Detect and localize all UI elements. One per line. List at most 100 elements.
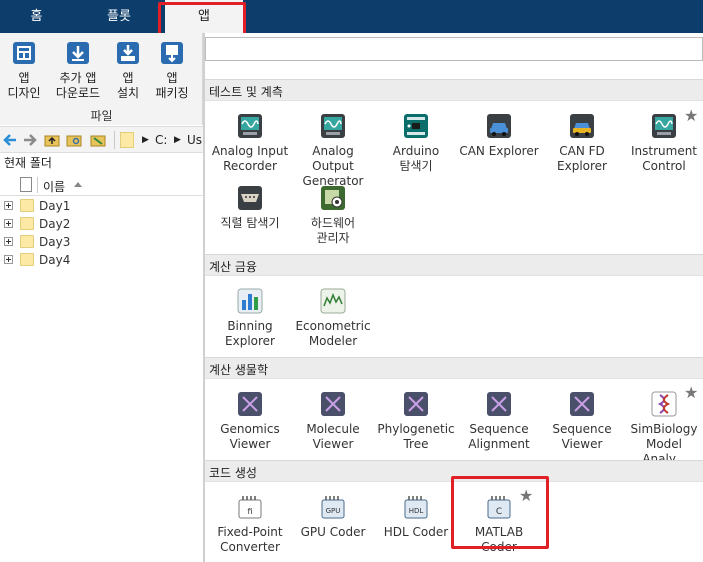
category-header-test-measurement: 테스트 및 계측 xyxy=(205,79,703,101)
tab-home[interactable]: 홈 xyxy=(0,0,73,33)
file-section-label: 파일 xyxy=(90,109,113,123)
app-label: GPU Coder xyxy=(300,525,366,539)
expand-icon[interactable] xyxy=(4,255,13,264)
simbiology-model-analyzer-icon xyxy=(651,391,677,417)
expand-icon[interactable] xyxy=(4,201,13,210)
app-binning-explorer[interactable]: Binning Explorer xyxy=(209,288,291,349)
favorite-star-icon[interactable]: ★ xyxy=(684,385,698,401)
app-hardware-manager[interactable]: 하드웨어 관리자 xyxy=(292,185,374,246)
app-label: SimBiology xyxy=(630,422,698,436)
category-title: 계산 금융 xyxy=(209,260,257,274)
column-separator xyxy=(37,177,38,193)
folder-tools-icon[interactable] xyxy=(90,132,106,148)
app-designer-button[interactable]: 앱 디자인 xyxy=(0,41,48,101)
name-column-header[interactable]: 이름 xyxy=(43,178,65,195)
current-folder-title: 현재 폴더 xyxy=(4,156,52,170)
app-label: Instrument xyxy=(630,144,698,158)
file-type-icon xyxy=(20,177,32,192)
app-label-2: Converter xyxy=(220,540,280,554)
app-fixed-point-converter[interactable]: fi Fixed-Point Converter xyxy=(209,494,291,555)
app-label: Binning xyxy=(227,319,273,333)
folder-row[interactable]: Day1 xyxy=(0,197,203,215)
install-app-label-1: 앱 xyxy=(122,71,134,85)
app-can-explorer[interactable]: CAN Explorer xyxy=(458,113,540,159)
app-label-2: Explorer xyxy=(225,334,275,348)
browse-folder-icon[interactable] xyxy=(66,132,82,148)
can-fd-explorer-icon xyxy=(569,113,595,139)
app-molecule-viewer[interactable]: Molecule Viewer xyxy=(292,391,374,452)
app-econometric-modeler[interactable]: Econometric Modeler xyxy=(292,288,374,349)
app-label-2: Explorer xyxy=(557,159,607,173)
favorite-star-icon[interactable]: ★ xyxy=(684,108,698,124)
app-label: HDL Coder xyxy=(383,525,449,539)
file-list-header: 이름 xyxy=(0,174,203,196)
folder-row[interactable]: Day3 xyxy=(0,233,203,251)
path-segment[interactable]: Us xyxy=(187,133,202,147)
folder-icon xyxy=(20,235,34,248)
install-app-button[interactable]: 앱 설치 xyxy=(104,41,152,101)
expand-icon[interactable] xyxy=(4,237,13,246)
econometric-modeler-icon xyxy=(320,288,346,314)
app-sequence-viewer[interactable]: Sequence Viewer xyxy=(541,391,623,452)
app-designer-icon xyxy=(12,41,36,65)
app-arduino-explorer[interactable]: Arduino 탐색기 xyxy=(375,113,457,174)
path-chevron-icon-2: ▶ xyxy=(174,135,181,145)
ribbon-tab-bar: 홈 플롯 앱 xyxy=(0,0,703,33)
app-analog-output-generator[interactable]: Analog Output Generator xyxy=(292,113,374,189)
gallery-search-field[interactable] xyxy=(205,37,703,61)
app-label: Analog Input xyxy=(211,144,289,158)
package-app-label-2: 패키징 xyxy=(155,86,189,100)
back-arrow-icon[interactable] xyxy=(2,132,18,148)
app-label-2: Alignment xyxy=(468,437,530,451)
get-more-apps-button[interactable]: 추가 앱 다운로드 xyxy=(54,41,102,101)
matlab-coder-icon: C xyxy=(486,494,512,520)
app-serial-explorer[interactable]: 직렬 탐색기 xyxy=(209,185,291,231)
expand-icon[interactable] xyxy=(4,219,13,228)
folder-name: Day1 xyxy=(39,199,71,213)
app-sequence-alignment[interactable]: Sequence Alignment xyxy=(458,391,540,452)
arduino-explorer-icon xyxy=(403,113,429,139)
instrument-control-icon xyxy=(651,113,677,139)
category-title: 계산 생물학 xyxy=(209,363,269,377)
app-simbiology-model-analyzer[interactable]: SimBiology Model Analy... xyxy=(623,391,703,467)
path-chevron-icon: ▶ xyxy=(142,135,149,145)
path-folder-icon xyxy=(120,132,134,148)
folder-path-bar: ▶ C: ▶ Us xyxy=(0,126,203,153)
app-analog-input-recorder[interactable]: Analog Input Recorder xyxy=(209,113,291,174)
up-folder-icon[interactable] xyxy=(44,132,60,148)
folder-icon xyxy=(20,217,34,230)
folder-row[interactable]: Day2 xyxy=(0,215,203,233)
app-can-fd-explorer[interactable]: CAN FD Explorer xyxy=(541,113,623,174)
app-label: Analog Output xyxy=(312,144,354,173)
category-title: 테스트 및 계측 xyxy=(209,85,283,99)
folder-name: Day3 xyxy=(39,235,71,249)
tab-plots[interactable]: 플롯 xyxy=(73,0,165,33)
app-gallery: 테스트 및 계측 Analog Input Recorder Analog Out… xyxy=(205,33,703,562)
app-label-2: 관리자 xyxy=(316,231,350,245)
analog-input-recorder-icon xyxy=(237,113,263,139)
can-explorer-icon xyxy=(486,113,512,139)
tab-apps[interactable]: 앱 xyxy=(165,0,243,33)
forward-arrow-icon[interactable] xyxy=(22,132,38,148)
app-genomics-viewer[interactable]: Genomics Viewer xyxy=(209,391,291,452)
app-label-2: 탐색기 xyxy=(399,159,433,173)
hdl-coder-icon: HDL xyxy=(403,494,429,520)
folder-row[interactable]: Day4 xyxy=(0,251,203,269)
path-separator xyxy=(114,131,115,149)
app-label-2: Viewer xyxy=(312,437,354,451)
get-more-apps-icon xyxy=(66,41,90,65)
package-app-button[interactable]: 앱 패키징 xyxy=(148,41,196,101)
app-gpu-coder[interactable]: GPU GPU Coder xyxy=(292,494,374,540)
get-more-apps-label-2: 다운로드 xyxy=(55,86,101,100)
app-label: 하드웨어 xyxy=(310,216,356,230)
favorite-star-icon[interactable]: ★ xyxy=(519,488,533,504)
app-designer-label-1: 앱 xyxy=(18,71,30,85)
app-label-2: Tree xyxy=(403,437,429,451)
app-label: Sequence xyxy=(469,422,529,436)
app-label: Fixed-Point xyxy=(217,525,283,539)
package-app-icon xyxy=(160,41,184,65)
path-drive[interactable]: C: xyxy=(155,133,167,147)
category-title: 코드 생성 xyxy=(209,466,257,480)
app-phylogenetic-tree[interactable]: Phylogenetic Tree xyxy=(375,391,457,452)
app-hdl-coder[interactable]: HDL HDL Coder xyxy=(375,494,457,540)
